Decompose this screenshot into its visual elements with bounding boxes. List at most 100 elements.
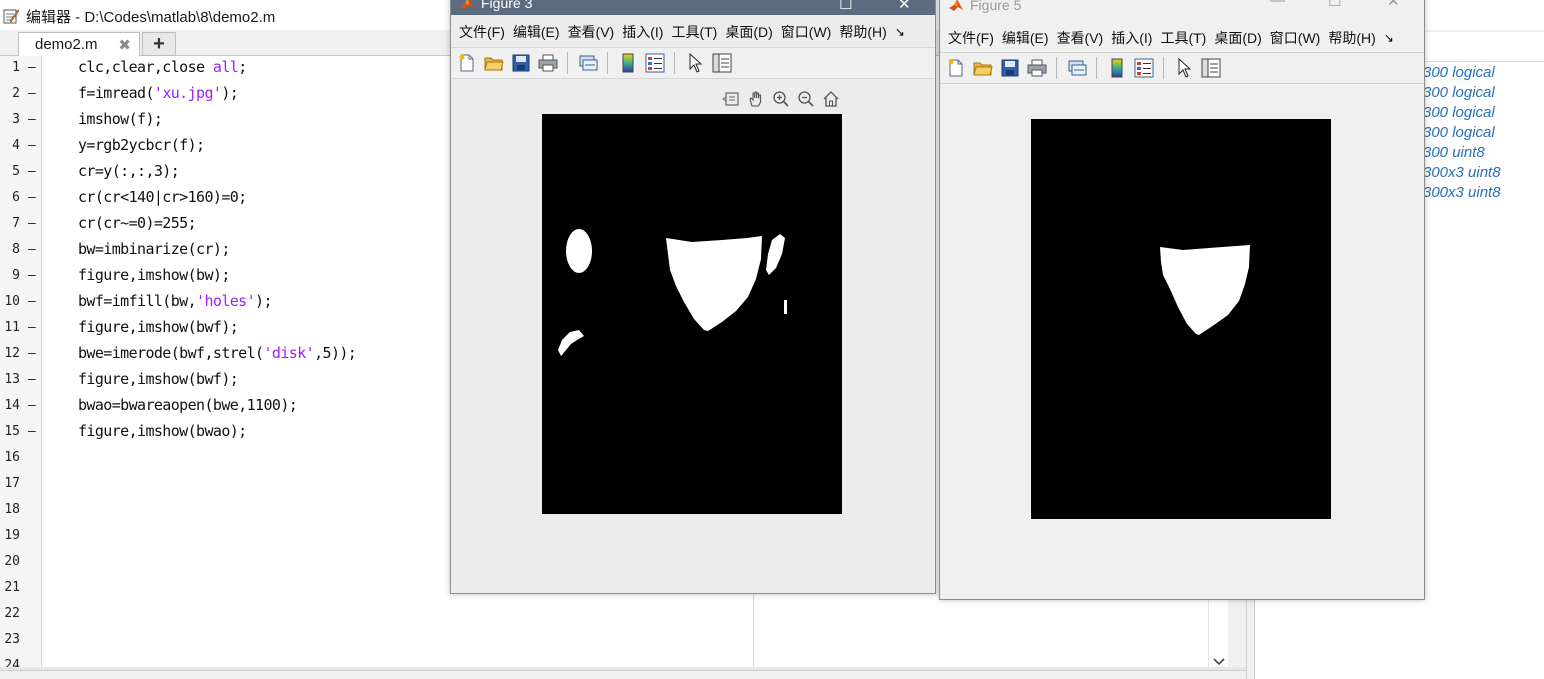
code-string: 'xu.jpg' (153, 84, 222, 102)
zoom-out-icon[interactable] (793, 89, 818, 109)
code-line[interactable]: y=rgb2ycbcr(f); (78, 136, 205, 154)
code-line[interactable]: figure,imshow(bwf); (78, 318, 239, 336)
line-number-text: 18 (4, 502, 20, 517)
open-file-icon[interactable] (483, 52, 505, 74)
breakpoint-marker[interactable]: — (28, 216, 36, 231)
code-text: bwao=bwareaopen(bwe,1100); (78, 396, 298, 414)
new-tab-button[interactable]: + (142, 32, 176, 56)
select-pointer-icon[interactable] (1173, 57, 1195, 79)
menu-item[interactable]: 编辑(E) (1002, 28, 1049, 48)
tab-close-icon[interactable]: ✖ (118, 36, 131, 54)
code-line[interactable]: imshow(f); (78, 110, 163, 128)
menu-item[interactable]: 编辑(E) (513, 22, 560, 42)
menu-item[interactable]: 窗口(W) (781, 22, 832, 42)
line-number-text: 4 (12, 138, 20, 153)
code-line[interactable]: bwao=bwareaopen(bwe,1100); (78, 396, 298, 414)
menu-overflow-icon[interactable]: ↘ (1384, 31, 1394, 45)
line-number-text: 3 (12, 112, 20, 127)
save-icon[interactable] (999, 57, 1021, 79)
code-line[interactable]: bwf=imfill(bw,'holes'); (78, 292, 273, 310)
menu-item[interactable]: 查看(V) (568, 22, 615, 42)
new-figure-icon[interactable] (456, 52, 478, 74)
zoom-in-icon[interactable] (768, 89, 793, 109)
code-text: bw=imbinarize(cr); (78, 240, 230, 258)
code-string: all (212, 58, 239, 76)
maximize-icon[interactable]: ☐ (839, 0, 852, 13)
breakpoint-marker[interactable]: — (28, 424, 36, 439)
code-line[interactable]: figure,imshow(bwf); (78, 370, 239, 388)
breakpoint-marker[interactable]: — (28, 138, 36, 153)
line-number-text: 13 (4, 372, 20, 387)
menu-item[interactable]: 帮助(H) (1328, 28, 1375, 48)
code-text: bwe=imerode(bwf,strel( (78, 344, 264, 362)
property-editor-icon[interactable] (1200, 57, 1222, 79)
breakpoint-marker[interactable]: — (28, 398, 36, 413)
code-line[interactable]: bwe=imerode(bwf,strel('disk',5)); (78, 344, 357, 362)
pan-hand-icon[interactable] (743, 89, 768, 109)
minimize-icon[interactable]: — (1270, 0, 1285, 9)
colorbar-icon[interactable] (617, 52, 639, 74)
code-line[interactable]: figure,imshow(bw); (78, 266, 230, 284)
data-tips-icon[interactable] (718, 89, 743, 109)
line-number-text: 20 (4, 554, 20, 569)
breakpoint-marker[interactable]: — (28, 60, 36, 75)
code-line[interactable]: cr=y(:,:,3); (78, 162, 180, 180)
menu-item[interactable]: 工具(T) (671, 22, 717, 42)
print-icon[interactable] (1026, 57, 1048, 79)
maximize-icon[interactable]: ☐ (1328, 0, 1341, 10)
code-line[interactable]: figure,imshow(bwao); (78, 422, 247, 440)
chevron-down-icon[interactable] (1213, 658, 1225, 666)
close-icon[interactable]: ✕ (898, 0, 911, 13)
code-text: y=rgb2ycbcr(f); (78, 136, 205, 154)
workspace-value: 300x3 uint8 (1423, 164, 1501, 181)
code-line[interactable]: f=imread('xu.jpg'); (78, 84, 239, 102)
menu-item[interactable]: 插入(I) (1111, 28, 1152, 48)
breakpoint-marker[interactable]: — (28, 190, 36, 205)
menu-item[interactable]: 查看(V) (1057, 28, 1104, 48)
save-icon[interactable] (510, 52, 532, 74)
menu-item[interactable]: 桌面(D) (1214, 28, 1261, 48)
code-line[interactable]: cr(cr~=0)=255; (78, 214, 197, 232)
link-plot-icon[interactable] (577, 52, 599, 74)
breakpoint-marker[interactable]: — (28, 346, 36, 361)
menu-item[interactable]: 文件(F) (459, 22, 505, 42)
code-line[interactable]: clc,clear,close all; (78, 58, 247, 76)
figure-3-window[interactable]: Figure 3 ☐ ✕ 文件(F) 编辑(E) 查看(V) 插入(I) 工具(T) 桌面… (450, 0, 936, 594)
code-line[interactable]: bw=imbinarize(cr); (78, 240, 230, 258)
line-number-gutter: 1 — 2 — 3 — 4 — 5 — 6 — 7 — 8 — 9 — 10 — 11 — 12 — 13 — 14 — 15 — 16 17… (0, 56, 42, 673)
menu-overflow-icon[interactable]: ↘ (895, 25, 905, 39)
print-icon[interactable] (537, 52, 559, 74)
colorbar-icon[interactable] (1106, 57, 1128, 79)
legend-icon[interactable] (1133, 57, 1155, 79)
breakpoint-marker[interactable]: — (28, 242, 36, 257)
code-text: figure,imshow(bwao); (78, 422, 247, 440)
breakpoint-marker[interactable]: — (28, 112, 36, 127)
close-icon[interactable]: ✕ (1387, 0, 1400, 10)
figure-5-window[interactable]: Figure 5 — ☐ ✕ 文件(F) 编辑(E) 查看(V) 插入(I) 工具(T)… (939, 0, 1425, 600)
code-line[interactable]: cr(cr<140|cr>160)=0; (78, 188, 247, 206)
breakpoint-marker[interactable]: — (28, 86, 36, 101)
select-pointer-icon[interactable] (684, 52, 706, 74)
home-icon[interactable] (818, 89, 843, 109)
menu-item[interactable]: 文件(F) (948, 28, 994, 48)
horizontal-scrollbar[interactable] (0, 670, 1254, 679)
matlab-logo-icon (460, 0, 474, 9)
breakpoint-marker[interactable]: — (28, 164, 36, 179)
menu-item[interactable]: 帮助(H) (839, 22, 886, 42)
code-text: clc,clear,close (78, 58, 213, 76)
menu-item[interactable]: 桌面(D) (725, 22, 772, 42)
menu-item[interactable]: 窗口(W) (1270, 28, 1321, 48)
breakpoint-marker[interactable]: — (28, 372, 36, 387)
tab-demo2[interactable]: demo2.m ✖ (18, 32, 140, 56)
breakpoint-marker[interactable]: — (28, 320, 36, 335)
menu-item[interactable]: 插入(I) (622, 22, 663, 42)
breakpoint-marker[interactable]: — (28, 268, 36, 283)
open-file-icon[interactable] (972, 57, 994, 79)
property-editor-icon[interactable] (711, 52, 733, 74)
mask-blob-face (1160, 245, 1250, 335)
link-plot-icon[interactable] (1066, 57, 1088, 79)
new-figure-icon[interactable] (945, 57, 967, 79)
breakpoint-marker[interactable]: — (28, 294, 36, 309)
menu-item[interactable]: 工具(T) (1160, 28, 1206, 48)
legend-icon[interactable] (644, 52, 666, 74)
